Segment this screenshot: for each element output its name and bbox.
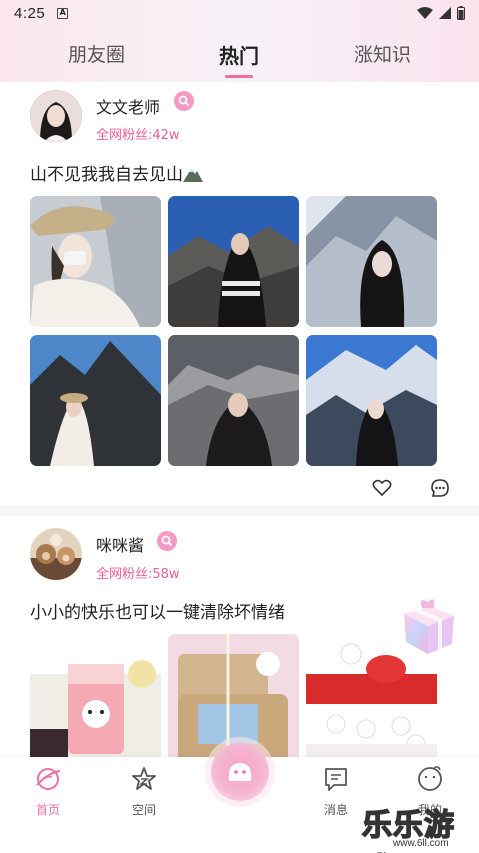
comment-icon[interactable] — [430, 478, 450, 498]
avatar[interactable] — [30, 528, 82, 580]
post-photo[interactable] — [306, 335, 437, 466]
nav-item-space[interactable]: 空间 — [114, 765, 174, 818]
nav-item-messages[interactable]: 消息 — [306, 765, 366, 818]
fans-count: 全网粉丝:58w — [96, 567, 180, 582]
battery-icon — [457, 6, 465, 20]
nav-label-messages: 消息 — [323, 803, 348, 817]
search-badge-icon — [174, 91, 194, 111]
nav-item-home[interactable]: 首页 — [18, 765, 78, 818]
search-badge-icon — [157, 531, 177, 551]
like-heart-icon[interactable] — [372, 479, 392, 497]
notification-icon: A — [57, 7, 69, 19]
post-photo[interactable] — [168, 196, 299, 327]
avatar[interactable] — [30, 90, 82, 142]
post-photo[interactable] — [168, 335, 299, 466]
post-photo[interactable] — [30, 196, 161, 327]
post-photo[interactable] — [30, 634, 161, 765]
gift-box-icon[interactable] — [396, 592, 460, 656]
tab-hot[interactable]: 热门 — [219, 40, 259, 69]
top-tabs: 朋友圈 热门 涨知识 — [0, 30, 479, 80]
post-photo[interactable] — [30, 335, 161, 466]
message-icon — [325, 768, 347, 791]
nav-label-home: 首页 — [35, 803, 60, 817]
center-face-icon — [228, 763, 252, 781]
watermark-url: www.6ll.com — [393, 838, 449, 849]
fans-count: 全网粉丝:42w — [96, 128, 180, 143]
tab-friends[interactable]: 朋友圈 — [68, 40, 125, 67]
post-photo[interactable] — [306, 196, 437, 327]
status-time: 4:25 — [14, 4, 46, 22]
nav-label-space: 空间 — [131, 803, 156, 817]
avatar-bears — [30, 528, 82, 580]
post-card: 文文老师 全网粉丝:42w 山不见我我自去见山 — [0, 82, 479, 512]
wifi-icon — [417, 7, 433, 19]
avatar-portrait — [30, 90, 82, 142]
signal-icon — [439, 7, 451, 19]
home-planet-icon — [36, 768, 61, 790]
post-text: 山不见我我自去见山 — [30, 160, 203, 185]
status-icons — [417, 6, 465, 20]
star-space-icon — [132, 767, 156, 790]
status-bar: 4:25 A — [0, 0, 479, 26]
post-text: 小小的快乐也可以一键清除坏情绪 — [30, 603, 285, 623]
center-action-button[interactable] — [211, 743, 269, 801]
post-text-content: 山不见我我自去见山 — [30, 165, 183, 185]
profile-face-icon — [418, 766, 442, 791]
tab-knowledge[interactable]: 涨知识 — [354, 40, 411, 67]
tab-active-indicator — [225, 75, 253, 78]
username[interactable]: 咪咪酱 — [96, 532, 144, 556]
post-divider — [0, 506, 479, 516]
username[interactable]: 文文老师 — [96, 94, 160, 118]
mountain-emoji-icon — [183, 169, 203, 182]
